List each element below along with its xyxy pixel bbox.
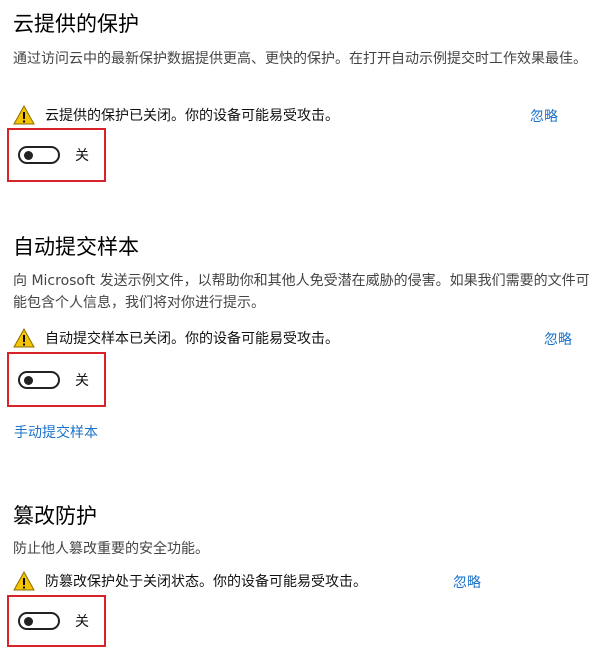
section-description: 防止他人篡改重要的安全功能。 [13,541,209,557]
warning-text: 自动提交样本已关闭。你的设备可能易受攻击。 [45,331,339,347]
dismiss-link[interactable]: 忽略 [544,329,572,349]
warning-row: 自动提交样本已关闭。你的设备可能易受攻击。 [13,326,339,350]
section-description: 通过访问云中的最新保护数据提供更高、更快的保护。在打开自动示例提交时工作效果最佳… [13,51,587,67]
warning-row: 云提供的保护已关闭。你的设备可能易受攻击。 [13,103,339,127]
toggle-highlight-box: 关 [7,128,106,182]
toggle-knob [24,375,33,385]
dismiss-link[interactable]: 忽略 [453,572,481,592]
sample-submission-toggle[interactable] [18,370,60,389]
warning-icon [13,328,35,348]
section-title: 云提供的保护 [13,12,139,36]
toggle-state-label: 关 [75,372,89,389]
toggle-highlight-box: 关 [7,595,106,647]
tamper-protection-toggle[interactable] [18,612,60,630]
warning-row: 防篡改保护处于关闭状态。你的设备可能易受攻击。 [13,569,367,593]
warning-text: 防篡改保护处于关闭状态。你的设备可能易受攻击。 [45,574,367,590]
warning-text: 云提供的保护已关闭。你的设备可能易受攻击。 [45,108,339,124]
section-title: 篡改防护 [13,504,97,528]
warning-icon [13,571,35,591]
section-description: 向 Microsoft 发送示例文件，以帮助你和其他人免受潜在威胁的侵害。如果我… [13,273,590,311]
dismiss-link[interactable]: 忽略 [530,106,558,126]
toggle-knob [24,617,33,626]
toggle-highlight-box: 关 [7,352,106,407]
toggle-knob [24,151,33,160]
section-title: 自动提交样本 [13,235,139,259]
warning-icon [13,105,35,125]
toggle-state-label: 关 [75,614,89,630]
toggle-state-label: 关 [75,148,89,164]
manual-submit-link[interactable]: 手动提交样本 [14,422,98,442]
cloud-protection-toggle[interactable] [18,146,60,164]
